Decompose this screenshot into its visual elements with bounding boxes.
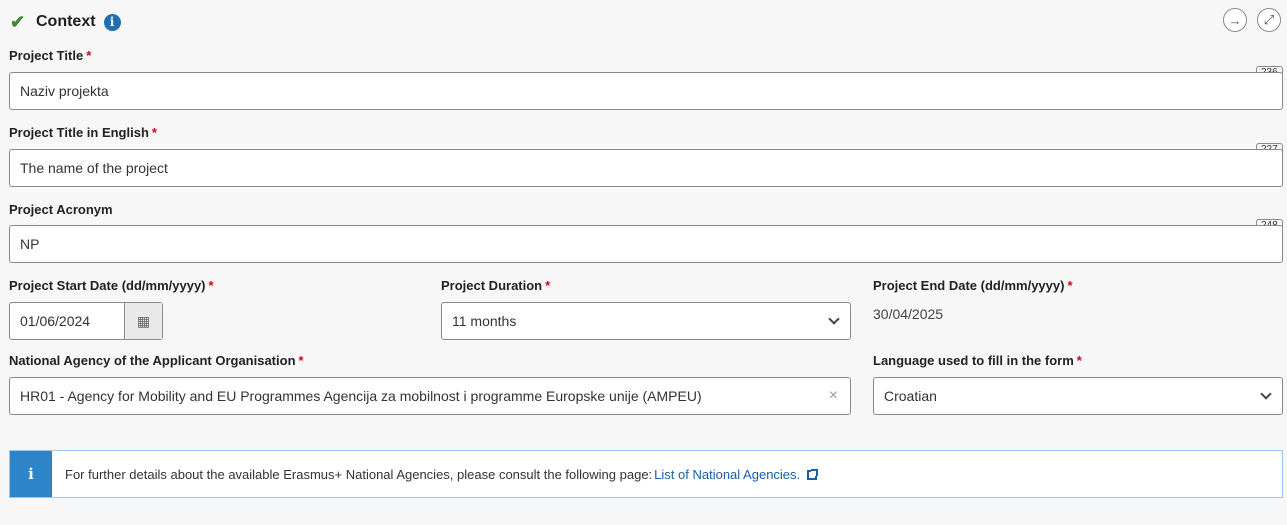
clear-icon[interactable]: × <box>829 387 838 405</box>
end-date-label: Project End Date (dd/mm/yyyy) * <box>873 278 1073 293</box>
duration-select[interactable]: 11 months <box>441 302 851 340</box>
section-header: ✔ Context i <box>10 8 121 36</box>
label-text: Language used to fill in the form <box>873 353 1074 368</box>
project-acronym-label: Project Acronym <box>9 202 113 217</box>
national-agency-select[interactable]: HR01 - Agency for Mobility and EU Progra… <box>9 377 851 415</box>
project-title-en-label: Project Title in English * <box>9 125 157 140</box>
national-agency-label: National Agency of the Applicant Organis… <box>9 353 304 368</box>
end-date-value: 30/04/2025 <box>873 306 944 322</box>
info-icon: i <box>10 451 52 497</box>
national-agency-value: HR01 - Agency for Mobility and EU Progra… <box>20 388 702 404</box>
check-icon: ✔ <box>10 11 26 32</box>
required-marker: * <box>545 278 551 293</box>
label-text: Project Title <box>9 48 84 63</box>
label-text: Project End Date (dd/mm/yyyy) <box>873 278 1065 293</box>
chevron-down-icon[interactable] <box>828 313 840 325</box>
required-marker: * <box>151 125 157 140</box>
section-title: Context <box>36 13 96 30</box>
notice-text: For further details about the available … <box>65 466 653 482</box>
project-title-label: Project Title * <box>9 48 91 63</box>
required-marker: * <box>1076 353 1082 368</box>
language-label: Language used to fill in the form * <box>873 353 1082 368</box>
project-title-en-input[interactable]: The name of the project <box>9 149 1283 187</box>
label-text: Project Duration <box>441 278 543 293</box>
start-date-value[interactable]: 01/06/2024 <box>10 303 124 339</box>
label-text: Project Start Date (dd/mm/yyyy) <box>9 278 206 293</box>
language-select[interactable]: Croatian <box>873 377 1283 415</box>
info-notice: i For further details about the availabl… <box>9 450 1283 498</box>
label-text: National Agency of the Applicant Organis… <box>9 353 296 368</box>
required-marker: * <box>1067 278 1073 293</box>
required-marker: * <box>86 48 92 63</box>
duration-label: Project Duration * <box>441 278 550 293</box>
external-link-icon[interactable] <box>807 468 819 480</box>
project-acronym-input[interactable]: NP <box>9 225 1283 263</box>
arrow-right-icon[interactable]: → <box>1223 8 1247 32</box>
language-value: Croatian <box>884 388 937 404</box>
required-marker: * <box>208 278 214 293</box>
label-text: Project Title in English <box>9 125 149 140</box>
start-date-label: Project Start Date (dd/mm/yyyy) * <box>9 278 214 293</box>
start-date-input[interactable]: 01/06/2024 ▦ <box>9 302 163 340</box>
duration-value: 11 months <box>452 313 517 329</box>
project-title-input[interactable]: Naziv projekta <box>9 72 1283 110</box>
info-icon[interactable]: i <box>103 13 121 31</box>
national-agencies-link[interactable]: List of National Agencies. <box>654 467 800 482</box>
calendar-icon[interactable]: ▦ <box>124 303 162 339</box>
expand-icon[interactable]: ⤢ <box>1257 8 1281 32</box>
required-marker: * <box>298 353 304 368</box>
chevron-down-icon[interactable] <box>1260 388 1272 400</box>
notice-text-wrap: For further details about the available … <box>65 466 819 482</box>
